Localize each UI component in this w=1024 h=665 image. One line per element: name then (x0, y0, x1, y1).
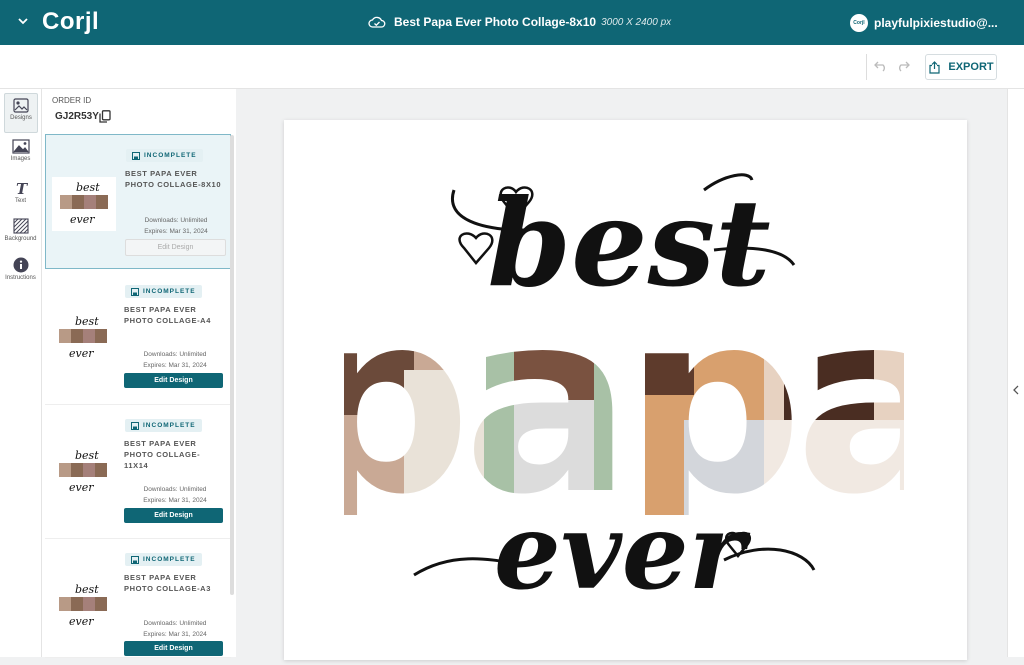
expires-text: Expires: Mar 31, 2024 (144, 228, 208, 235)
expires-text: Expires: Mar 31, 2024 (143, 362, 207, 369)
design-title: BEST PAPA EVER PHOTO COLLAGE-11X14 (124, 439, 201, 470)
right-collapsed-panel[interactable] (1007, 89, 1024, 657)
rail-instructions[interactable]: Instructions (0, 257, 41, 281)
info-icon (13, 257, 28, 273)
document-title-area: Best Papa Ever Photo Collage-8x10 3000 X… (368, 15, 671, 29)
save-status-icon (131, 555, 139, 564)
rail-images[interactable]: Images (0, 139, 41, 162)
expires-text: Expires: Mar 31, 2024 (143, 631, 207, 638)
toolbar: EXPORT (0, 45, 1024, 89)
avatar: Corjl (850, 14, 868, 32)
design-thumbnail: best ever (51, 311, 115, 365)
expires-text: Expires: Mar 31, 2024 (143, 497, 207, 504)
chevron-down-icon[interactable] (16, 14, 30, 28)
left-tool-rail: Designs Images T Text Background Instruc… (0, 89, 42, 657)
downloads-text: Downloads: Unlimited (143, 486, 207, 493)
text-icon: T (16, 181, 28, 196)
redo-icon[interactable] (896, 60, 910, 72)
order-id-label: ORDER ID (52, 96, 92, 105)
rail-designs[interactable]: Designs (4, 93, 38, 133)
designs-panel: ORDER ID GJ2R53Y best ever INCOMPLETE BE… (42, 89, 236, 658)
design-card[interactable]: best ever INCOMPLETE BEST PAPA EVER PHOT… (45, 271, 231, 405)
status-badge: INCOMPLETE (125, 419, 202, 432)
rail-background[interactable]: Background (0, 218, 41, 242)
document-size: 3000 X 2400 px (601, 16, 672, 28)
design-title: BEST PAPA EVER PHOTO COLLAGE-8X10 (125, 169, 222, 189)
svg-text:ever: ever (70, 213, 95, 226)
design-card[interactable]: best ever INCOMPLETE BEST PAPA EVER PHOT… (45, 134, 231, 269)
user-name: playfulpixiestudio@... (874, 16, 998, 30)
designs-icon (13, 98, 29, 113)
design-thumbnail: best ever (51, 579, 115, 633)
edit-design-button[interactable]: Edit Design (124, 641, 223, 656)
image-icon (11, 139, 30, 154)
downloads-text: Downloads: Unlimited (143, 351, 207, 358)
design-thumbnail: best ever (52, 177, 116, 231)
edit-design-button[interactable]: Edit Design (124, 373, 223, 388)
svg-text:ever: ever (69, 481, 94, 494)
edit-design-button[interactable]: Edit Design (125, 239, 226, 256)
edit-design-button[interactable]: Edit Design (124, 508, 223, 523)
toolbar-divider (866, 54, 867, 80)
svg-text:ever: ever (69, 347, 94, 360)
svg-text:ever: ever (69, 615, 94, 628)
design-artwork[interactable]: papa best (284, 120, 967, 660)
rail-text[interactable]: T Text (0, 181, 41, 204)
export-button[interactable]: EXPORT (925, 54, 997, 80)
design-title: BEST PAPA EVER PHOTO COLLAGE-A3 (124, 573, 211, 593)
top-bar: Corjl Best Papa Ever Photo Collage-8x10 … (0, 0, 1024, 45)
document-title: Best Papa Ever Photo Collage-8x10 (394, 15, 597, 29)
svg-text:T: T (16, 181, 28, 196)
share-upload-icon (929, 60, 940, 74)
downloads-text: Downloads: Unlimited (144, 217, 208, 224)
design-thumbnail: best ever (51, 445, 115, 499)
background-icon (12, 218, 29, 234)
save-status-icon (131, 287, 139, 296)
user-menu[interactable]: Corjl playfulpixiestudio@... (850, 14, 998, 32)
downloads-text: Downloads: Unlimited (143, 620, 207, 627)
svg-text:best: best (76, 181, 100, 194)
save-status-icon (132, 151, 140, 160)
artboard[interactable]: papa best (284, 120, 967, 660)
design-title: BEST PAPA EVER PHOTO COLLAGE-A4 (124, 305, 211, 325)
export-label: EXPORT (948, 61, 994, 73)
status-badge: INCOMPLETE (126, 149, 203, 162)
canvas-area: papa best (237, 89, 1007, 660)
design-card[interactable]: best ever INCOMPLETE BEST PAPA EVER PHOT… (45, 539, 231, 658)
svg-text:best: best (75, 449, 99, 462)
status-badge: INCOMPLETE (125, 553, 202, 566)
save-status-icon (131, 421, 139, 430)
design-card[interactable]: best ever INCOMPLETE BEST PAPA EVER PHOT… (45, 405, 231, 539)
copy-icon[interactable] (99, 110, 111, 123)
undo-icon[interactable] (874, 60, 888, 72)
word-best: best (487, 173, 770, 314)
chevron-left-icon[interactable] (1012, 385, 1020, 395)
order-id-value: GJ2R53Y (55, 111, 99, 122)
svg-text:best: best (75, 583, 99, 596)
cloud-saved-icon (368, 16, 386, 28)
status-badge: INCOMPLETE (125, 285, 202, 298)
app-logo[interactable]: Corjl (42, 8, 99, 36)
svg-text:best: best (75, 315, 99, 328)
word-ever: ever (494, 489, 751, 613)
panel-scrollbar[interactable] (230, 135, 234, 595)
photo-collage (344, 305, 904, 515)
